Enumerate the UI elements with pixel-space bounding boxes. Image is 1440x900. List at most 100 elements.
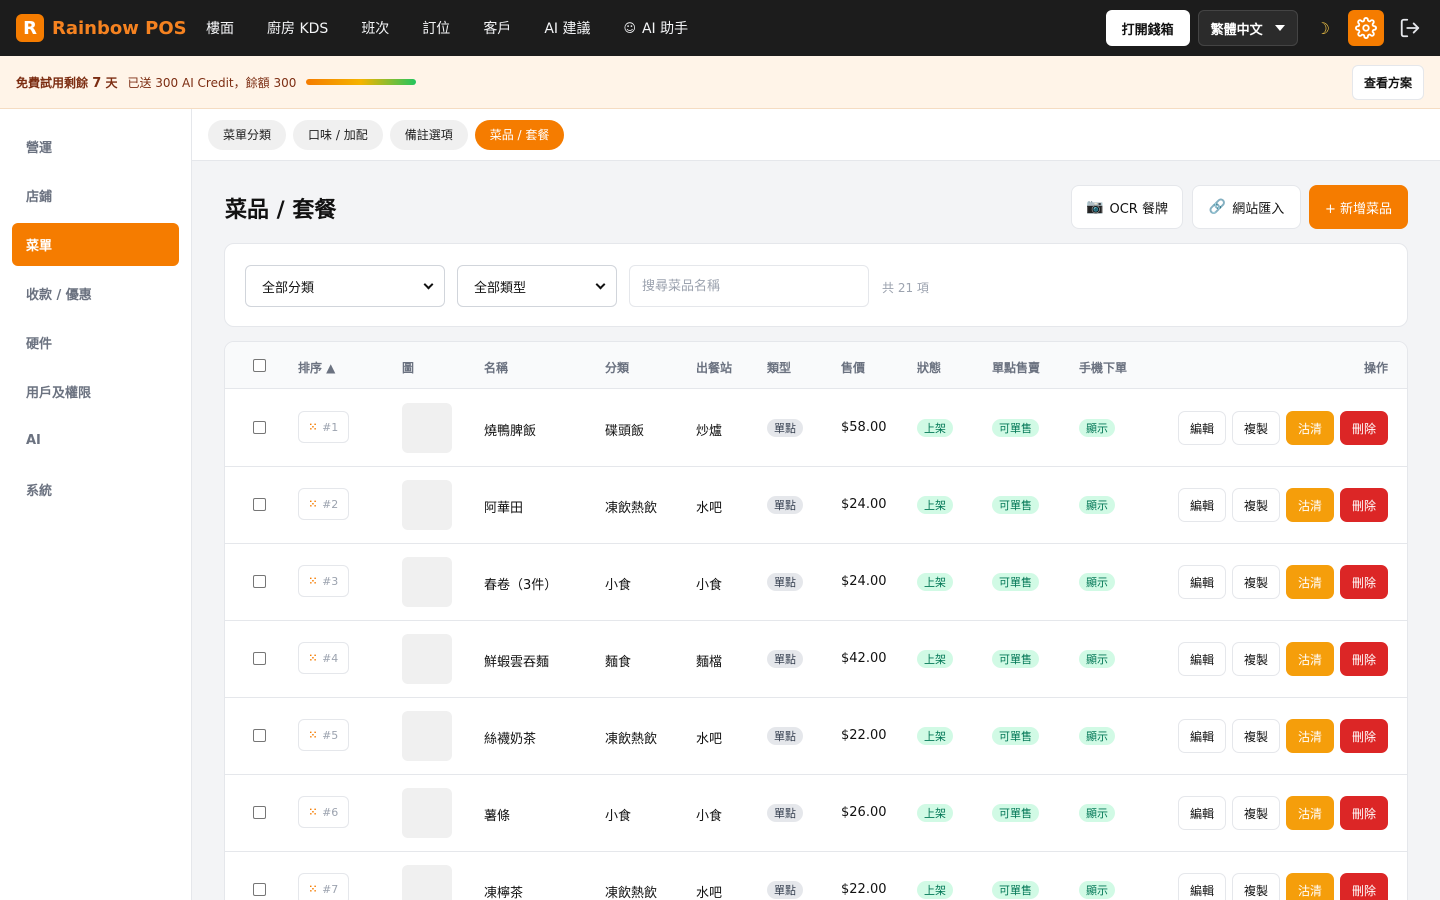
header-sort[interactable]: 排序 ▲ — [298, 359, 335, 376]
sort-handle[interactable]: ⁙ #7 — [298, 873, 349, 900]
sold-out-button[interactable]: 沽清 — [1286, 488, 1334, 522]
language-value: 繁體中文 — [1210, 22, 1263, 38]
nav-item-4[interactable]: 客戶 — [483, 18, 511, 38]
sidebar-item-1[interactable]: 店鋪 — [12, 174, 179, 217]
row-checkbox[interactable] — [253, 652, 266, 665]
website-import-button[interactable]: 🔗 網站匯入 — [1192, 185, 1301, 229]
delete-button[interactable]: 刪除 — [1340, 488, 1388, 522]
drag-handle-icon[interactable]: ⁙ — [309, 884, 317, 895]
copy-button[interactable]: 複製 — [1232, 719, 1280, 753]
row-checkbox[interactable] — [253, 421, 266, 434]
sort-handle[interactable]: ⁙ #5 — [298, 719, 349, 751]
category-filter-select[interactable]: 全部分類 — [245, 265, 445, 307]
nav-item-0[interactable]: 樓面 — [206, 18, 234, 38]
nav-item-label: 廚房 KDS — [267, 21, 329, 37]
sort-order: #1 — [322, 420, 339, 434]
subtab-2[interactable]: 備註選項 — [389, 119, 468, 150]
sold-out-button[interactable]: 沽清 — [1286, 796, 1334, 830]
delete-button[interactable]: 刪除 — [1340, 642, 1388, 676]
sort-handle[interactable]: ⁙ #1 — [298, 411, 349, 443]
select-all-checkbox[interactable] — [253, 359, 266, 372]
item-price: $24.00 — [841, 574, 887, 589]
copy-button[interactable]: 複製 — [1232, 411, 1280, 445]
copy-button[interactable]: 複製 — [1232, 642, 1280, 676]
single-sale-badge: 可單售 — [992, 573, 1039, 591]
sold-out-button[interactable]: 沽清 — [1286, 642, 1334, 676]
delete-button[interactable]: 刪除 — [1340, 873, 1388, 900]
subtab-1[interactable]: 口味 / 加配 — [293, 119, 383, 150]
edit-button[interactable]: 編輯 — [1178, 565, 1226, 599]
table-row: ⁙ #7 凍檸茶 凍飲熱飲 水吧 單點 $22.00 上架 可單售 顯示 編輯 複製 沽清 刪除 — [225, 852, 1407, 900]
sold-out-button[interactable]: 沽清 — [1286, 719, 1334, 753]
trial-prefix: 免費試用剩餘 — [16, 75, 89, 90]
delete-button[interactable]: 刪除 — [1340, 565, 1388, 599]
sidebar-item-2[interactable]: 菜單 — [12, 223, 179, 266]
page-title: 菜品 / 套餐 — [225, 198, 337, 223]
mobile-order-badge: 顯示 — [1079, 650, 1115, 668]
item-category: 凍飲熱飲 — [605, 501, 658, 516]
sidebar-item-0[interactable]: 營運 — [12, 125, 179, 168]
language-select[interactable]: 繁體中文 — [1197, 10, 1298, 46]
nav-item-3[interactable]: 訂位 — [422, 18, 450, 38]
sidebar-item-3[interactable]: 收款 / 優惠 — [12, 272, 179, 315]
mobile-order-badge: 顯示 — [1079, 419, 1115, 437]
nav-item-6[interactable]: ☺ AI 助手 — [623, 18, 688, 38]
table-row: ⁙ #4 鮮蝦雲吞麵 麵食 麵檔 單點 $42.00 上架 可單售 顯示 編輯 複製 沽清 刪除 — [225, 621, 1407, 698]
edit-button[interactable]: 編輯 — [1178, 873, 1226, 900]
sidebar-item-5[interactable]: 用戶及權限 — [12, 370, 179, 413]
copy-button[interactable]: 複製 — [1232, 873, 1280, 900]
ocr-menu-button[interactable]: 📷 OCR 餐牌 — [1071, 185, 1183, 229]
row-checkbox[interactable] — [253, 575, 266, 588]
copy-button[interactable]: 複製 — [1232, 488, 1280, 522]
edit-button[interactable]: 編輯 — [1178, 488, 1226, 522]
delete-button[interactable]: 刪除 — [1340, 719, 1388, 753]
sold-out-button[interactable]: 沽清 — [1286, 873, 1334, 900]
open-cash-drawer-button[interactable]: 打開錢箱 — [1105, 10, 1190, 46]
settings-button[interactable] — [1348, 10, 1384, 46]
row-checkbox[interactable] — [253, 883, 266, 896]
delete-button[interactable]: 刪除 — [1340, 796, 1388, 830]
row-checkbox[interactable] — [253, 498, 266, 511]
subtab-0[interactable]: 菜單分類 — [208, 119, 287, 150]
table-row: ⁙ #6 薯條 小食 小食 單點 $26.00 上架 可單售 顯示 編輯 複製 沽清 刪除 — [225, 775, 1407, 852]
subtab-3[interactable]: 菜品 / 套餐 — [474, 119, 565, 150]
logout-button[interactable] — [1396, 14, 1424, 42]
item-type-badge: 單點 — [767, 650, 803, 668]
drag-handle-icon[interactable]: ⁙ — [309, 499, 317, 510]
row-checkbox[interactable] — [253, 729, 266, 742]
sort-handle[interactable]: ⁙ #6 — [298, 796, 349, 828]
mobile-order-badge: 顯示 — [1079, 496, 1115, 514]
sidebar-item-4[interactable]: 硬件 — [12, 321, 179, 364]
copy-button[interactable]: 複製 — [1232, 796, 1280, 830]
row-checkbox[interactable] — [253, 806, 266, 819]
add-item-button[interactable]: + 新增菜品 — [1309, 185, 1408, 229]
type-filter-select[interactable]: 全部類型 — [457, 265, 617, 307]
sold-out-button[interactable]: 沽清 — [1286, 411, 1334, 445]
sort-handle[interactable]: ⁙ #3 — [298, 565, 349, 597]
edit-button[interactable]: 編輯 — [1178, 796, 1226, 830]
nav-item-2[interactable]: 班次 — [361, 18, 389, 38]
edit-button[interactable]: 編輯 — [1178, 719, 1226, 753]
drag-handle-icon[interactable]: ⁙ — [309, 807, 317, 818]
drag-handle-icon[interactable]: ⁙ — [309, 422, 317, 433]
edit-button[interactable]: 編輯 — [1178, 411, 1226, 445]
copy-button[interactable]: 複製 — [1232, 565, 1280, 599]
credit-progress-bar — [306, 79, 417, 85]
nav-item-5[interactable]: AI 建議 — [544, 18, 590, 38]
drag-handle-icon[interactable]: ⁙ — [309, 576, 317, 587]
sort-handle[interactable]: ⁙ #4 — [298, 642, 349, 674]
edit-button[interactable]: 編輯 — [1178, 642, 1226, 676]
drag-handle-icon[interactable]: ⁙ — [309, 730, 317, 741]
sidebar-item-6[interactable]: AI — [12, 419, 179, 462]
drag-handle-icon[interactable]: ⁙ — [309, 653, 317, 664]
sidebar-item-7[interactable]: 系統 — [12, 468, 179, 511]
moon-icon[interactable]: ☽ — [1316, 19, 1330, 38]
delete-button[interactable]: 刪除 — [1340, 411, 1388, 445]
app-logo[interactable]: R Rainbow POS — [16, 14, 206, 42]
nav-item-1[interactable]: 廚房 KDS — [267, 18, 328, 38]
search-input[interactable] — [629, 265, 869, 307]
sold-out-button[interactable]: 沽清 — [1286, 565, 1334, 599]
view-plans-button[interactable]: 查看方案 — [1351, 65, 1424, 100]
sort-handle[interactable]: ⁙ #2 — [298, 488, 349, 520]
caret-down-icon — [1274, 25, 1285, 31]
